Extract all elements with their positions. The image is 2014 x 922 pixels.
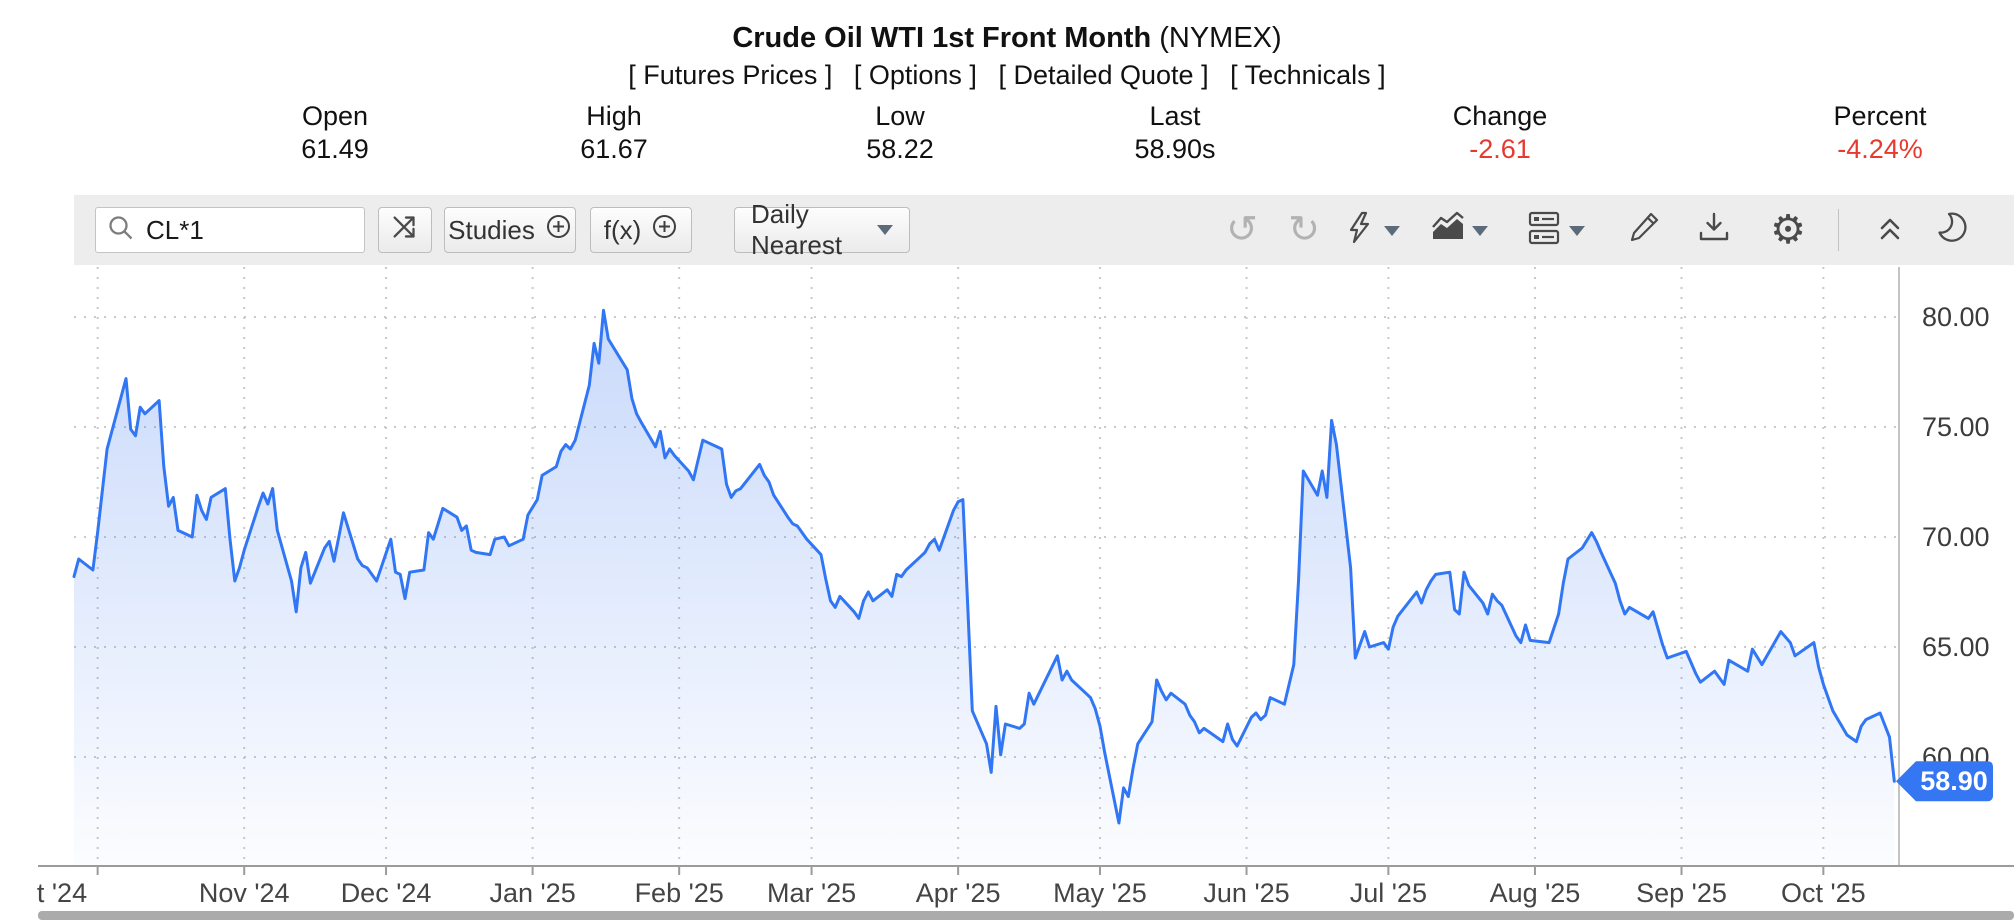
functions-button[interactable]: f(x) <box>590 207 692 253</box>
layout-panels-icon <box>1526 210 1562 251</box>
price-area-fill <box>74 310 1894 866</box>
fx-label: f(x) <box>604 215 642 246</box>
chart-type-dropdown-caret[interactable] <box>1472 226 1488 236</box>
svg-text:65.00: 65.00 <box>1922 632 1990 662</box>
quote-open-label: Open <box>301 100 369 133</box>
svg-text:Jan '25: Jan '25 <box>489 878 575 908</box>
layout-dropdown-caret[interactable] <box>1569 226 1585 236</box>
chart-type-button[interactable] <box>1430 195 1466 265</box>
svg-text:Nov '24: Nov '24 <box>199 878 290 908</box>
studies-button[interactable]: Studies <box>444 207 576 253</box>
quote-last-label: Last <box>1134 100 1215 133</box>
svg-text:Aug '25: Aug '25 <box>1490 878 1581 908</box>
quote-last-value: 58.90s <box>1134 133 1215 166</box>
quote-percent-label: Percent <box>1833 100 1926 133</box>
collapse-chevrons-icon <box>1872 210 1908 251</box>
collapse-toolbar-button[interactable] <box>1872 195 1908 265</box>
last-price-badge: 58.90 <box>1896 761 1993 801</box>
svg-text:t '24: t '24 <box>37 878 87 908</box>
download-button[interactable] <box>1696 195 1732 265</box>
svg-text:May '25: May '25 <box>1053 878 1147 908</box>
y-axis-labels: 80.0075.0070.0065.0060.00 <box>1922 302 1990 772</box>
exchange-name: (NYMEX) <box>1159 22 1281 54</box>
link-technicals[interactable]: [ Technicals ] <box>1230 60 1386 90</box>
svg-text:Oct '25: Oct '25 <box>1781 878 1866 908</box>
page-title: Crude Oil WTI 1st Front Month (NYMEX) <box>0 22 2014 55</box>
link-detailed-quote[interactable]: [ Detailed Quote ] <box>998 60 1208 90</box>
dark-mode-button[interactable] <box>1936 195 1972 265</box>
redo-button[interactable]: ↻ <box>1288 195 1320 265</box>
symbol-input[interactable] <box>144 214 338 247</box>
symbol-search-box[interactable] <box>95 207 365 253</box>
quote-percent: Percent -4.24% <box>1833 100 1926 166</box>
download-icon <box>1696 210 1732 251</box>
quote-low: Low 58.22 <box>866 100 934 166</box>
layout-button[interactable] <box>1526 195 1562 265</box>
period-dropdown[interactable]: Daily Nearest <box>734 207 910 253</box>
barchart-quote-page: Crude Oil WTI 1st Front Month (NYMEX) [ … <box>0 0 2014 922</box>
quote-percent-value: -4.24% <box>1833 133 1926 166</box>
svg-text:Mar '25: Mar '25 <box>767 878 856 908</box>
redo-icon: ↻ <box>1288 195 1320 265</box>
svg-text:Feb '25: Feb '25 <box>635 878 724 908</box>
undo-button[interactable]: ↺ <box>1226 195 1258 265</box>
chart-scrollbar[interactable] <box>38 911 2014 920</box>
quote-low-label: Low <box>866 100 934 133</box>
quote-open-value: 61.49 <box>301 133 369 166</box>
svg-text:Sep '25: Sep '25 <box>1636 878 1727 908</box>
x-axis-labels: t '24 Nov '24 Dec '24 Jan '25 Feb '25 Mar '25… <box>37 866 1866 908</box>
events-dropdown-caret[interactable] <box>1384 226 1400 236</box>
price-chart[interactable]: 80.0075.0070.0065.0060.00t '24Nov '24Dec… <box>0 265 2014 922</box>
svg-text:Dec '24: Dec '24 <box>341 878 432 908</box>
undo-icon: ↺ <box>1226 195 1258 265</box>
chevron-down-icon <box>877 225 893 235</box>
plus-circle-icon <box>651 213 678 247</box>
quote-high-value: 61.67 <box>580 133 648 166</box>
dark-mode-moon-icon <box>1936 210 1972 251</box>
chart-type-area-icon <box>1430 210 1466 251</box>
instrument-name: Crude Oil WTI 1st Front Month <box>732 22 1151 54</box>
quote-high-label: High <box>580 100 648 133</box>
quote-low-value: 58.22 <box>866 133 934 166</box>
quote-change-value: -2.61 <box>1453 133 1548 166</box>
quote-last: Last 58.90s <box>1134 100 1215 166</box>
svg-text:75.00: 75.00 <box>1922 412 1990 442</box>
svg-text:Apr '25: Apr '25 <box>916 878 1001 908</box>
chart-toolbar: Studies f(x) Daily Nearest ↺ ↻ <box>74 195 2014 265</box>
svg-text:80.00: 80.00 <box>1922 302 1990 332</box>
draw-button[interactable] <box>1626 195 1662 265</box>
period-label: Daily Nearest <box>751 199 867 261</box>
svg-text:Jun '25: Jun '25 <box>1203 878 1289 908</box>
svg-text:58.90: 58.90 <box>1920 766 1988 796</box>
quote-change: Change -2.61 <box>1453 100 1548 166</box>
compare-button[interactable] <box>378 207 432 253</box>
quote-high: High 61.67 <box>580 100 648 166</box>
events-lightning-icon <box>1342 210 1378 251</box>
link-futures-prices[interactable]: [ Futures Prices ] <box>628 60 832 90</box>
quote-open: Open 61.49 <box>301 100 369 166</box>
svg-text:Jul '25: Jul '25 <box>1350 878 1427 908</box>
quote-change-label: Change <box>1453 100 1548 133</box>
settings-button[interactable]: ⚙ <box>1770 195 1806 265</box>
settings-gear-icon: ⚙ <box>1770 195 1806 265</box>
compare-shuffle-icon <box>388 210 422 251</box>
toolbar-divider <box>1838 209 1839 251</box>
quote-links: [ Futures Prices ] [ Options ] [ Detaile… <box>0 60 2014 91</box>
studies-label: Studies <box>448 215 535 246</box>
link-options[interactable]: [ Options ] <box>854 60 977 90</box>
chart-area: 80.0075.0070.0065.0060.00t '24Nov '24Dec… <box>0 265 2014 922</box>
svg-text:70.00: 70.00 <box>1922 522 1990 552</box>
events-button[interactable] <box>1342 195 1378 265</box>
search-icon <box>106 213 136 248</box>
draw-pencil-icon <box>1626 210 1662 251</box>
plus-circle-icon <box>545 213 572 247</box>
